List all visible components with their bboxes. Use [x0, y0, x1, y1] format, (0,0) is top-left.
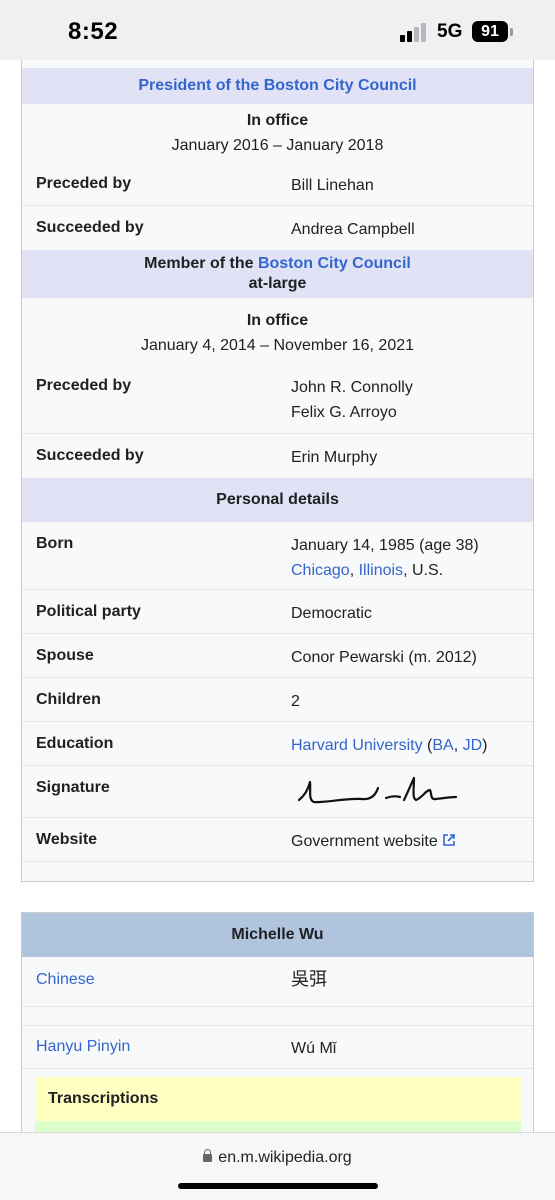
office2-preceded-row: Preceded by John R. Connolly Felix G. Ar… — [22, 364, 533, 434]
website-text: Government website — [291, 833, 438, 850]
president-link[interactable]: President of the Boston City Council — [138, 77, 416, 94]
education-row: Education Harvard University (BA, JD) — [22, 722, 533, 766]
preceded-label: Preceded by — [36, 377, 132, 394]
chinese-value: 吳弭 — [291, 969, 327, 989]
clock: 8:52 — [68, 18, 119, 45]
personal-details-header: Personal details — [22, 478, 533, 522]
government-website-link[interactable]: Government website — [291, 829, 456, 854]
born-date: January 14, 1985 (age 38) — [291, 537, 479, 554]
home-indicator[interactable] — [178, 1183, 378, 1189]
boston-city-council-link[interactable]: Boston City Council — [258, 255, 411, 272]
andrea-campbell-link[interactable]: Andrea Campbell — [291, 217, 415, 242]
born-country: , U.S. — [403, 562, 444, 579]
erin-murphy-text: Erin Murphy — [291, 449, 378, 466]
battery-icon: 91 — [472, 21, 508, 42]
office2-term: In office January 4, 2014 – November 16,… — [22, 308, 533, 364]
degree-sep: , — [453, 737, 463, 754]
name-infobox: Michelle Wu Chinese 吳弭 Hanyu Pinyin Wú M… — [21, 912, 534, 1142]
democratic-link[interactable]: Democratic — [291, 601, 372, 626]
hanyu-pinyin-link[interactable]: Hanyu Pinyin — [36, 1038, 130, 1056]
battery-tip — [510, 28, 513, 36]
url-display[interactable]: en.m.wikipedia.org — [0, 1149, 555, 1167]
born-label: Born — [36, 535, 74, 552]
website-label: Website — [36, 831, 98, 848]
url-text: en.m.wikipedia.org — [218, 1149, 352, 1166]
education-value: Harvard University (BA, JD) — [291, 733, 488, 758]
member-header: Member of the Boston City Council at-lar… — [22, 250, 533, 298]
children-value: 2 — [291, 693, 300, 710]
pinyin-value: Wú Mǐ — [291, 1040, 337, 1057]
children-row: Children 2 — [22, 678, 533, 722]
succeeded-label: Succeeded by — [36, 447, 144, 464]
born-comma: , — [349, 562, 359, 579]
office2-dates: January 4, 2014 – November 16, 2021 — [140, 337, 415, 354]
office1-label: In office — [246, 112, 309, 129]
born-place: Chicago, Illinois, U.S. — [291, 558, 443, 583]
chinese-row: Chinese 吳弭 — [22, 957, 533, 1007]
children-label: Children — [36, 691, 101, 708]
illinois-link[interactable]: Illinois — [359, 562, 403, 579]
transcriptions-header[interactable]: Transcriptions — [35, 1077, 521, 1121]
lock-icon — [203, 1149, 213, 1162]
office2-succeeded-row: Succeeded by Erin Murphy — [22, 434, 533, 478]
paren-open: ( — [422, 737, 433, 754]
browser-address-bar[interactable]: en.m.wikipedia.org — [0, 1132, 555, 1200]
network-type: 5G — [437, 21, 463, 42]
jd-link[interactable]: JD — [463, 737, 483, 754]
website-row: Website Government website — [22, 818, 533, 862]
felix-arroyo-link[interactable]: Felix G. Arroyo — [291, 400, 397, 425]
spouse-label: Spouse — [36, 647, 94, 664]
personal-details-label: Personal details — [216, 491, 339, 508]
party-label: Political party — [36, 603, 141, 620]
president-header: President of the Boston City Council — [22, 68, 533, 104]
office1-preceded-row: Preceded by Bill Linehan — [22, 162, 533, 206]
ba-link[interactable]: BA — [432, 737, 453, 754]
born-row: Born January 14, 1985 (age 38) Chicago, … — [22, 522, 533, 590]
party-row: Political party Democratic — [22, 590, 533, 634]
chicago-link[interactable]: Chicago — [291, 562, 350, 579]
pinyin-row: Hanyu Pinyin Wú Mǐ — [22, 1025, 533, 1069]
harvard-link[interactable]: Harvard University — [291, 737, 423, 754]
spouse-row: Spouse Conor Pewarski (m. 2012) — [22, 634, 533, 678]
office1-term: In office January 2016 – January 2018 — [22, 106, 533, 162]
signature-row: Signature — [22, 766, 533, 818]
office1-succeeded-row: Succeeded by Andrea Campbell — [22, 206, 533, 250]
name-title: Michelle Wu — [22, 913, 533, 957]
education-label: Education — [36, 735, 114, 752]
chinese-link[interactable]: Chinese — [36, 971, 95, 989]
signature-image — [297, 776, 458, 804]
john-connolly-link[interactable]: John R. Connolly — [291, 375, 413, 400]
succeeded-label: Succeeded by — [36, 219, 144, 236]
office1-dates: January 2016 – January 2018 — [171, 137, 384, 154]
status-bar: 8:52 5G 91 — [0, 0, 555, 60]
member-suffix: at-large — [248, 275, 307, 292]
infobox: President of the Boston City Council In … — [21, 60, 534, 882]
signature-label: Signature — [36, 779, 110, 796]
bill-linehan-link[interactable]: Bill Linehan — [291, 173, 374, 198]
paren-close: ) — [482, 737, 488, 754]
preceded-label: Preceded by — [36, 175, 132, 192]
member-prefix: Member of the — [144, 255, 258, 272]
spouse-value: Conor Pewarski (m. 2012) — [291, 649, 477, 666]
signal-icon — [400, 22, 430, 42]
external-link-icon — [442, 834, 455, 846]
office2-label: In office — [246, 312, 309, 329]
